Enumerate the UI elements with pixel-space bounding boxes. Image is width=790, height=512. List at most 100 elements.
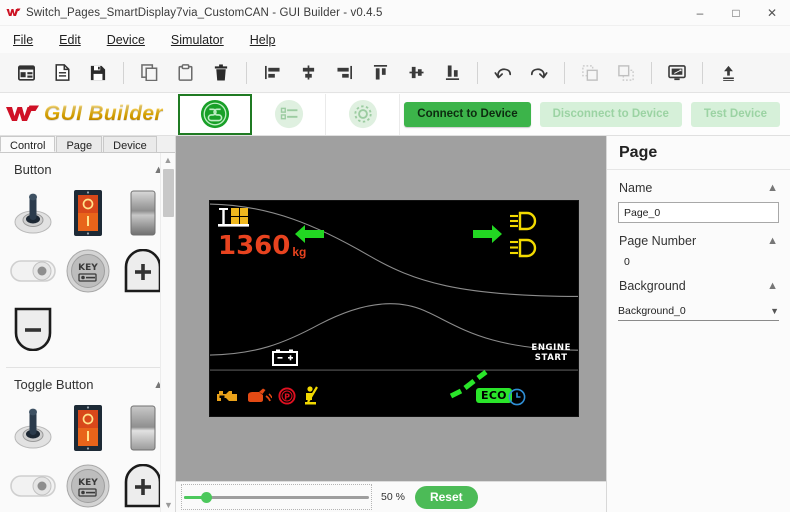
zoom-reset-button[interactable]: Reset: [414, 485, 478, 509]
nav-design-icon[interactable]: [178, 93, 252, 135]
tab-control[interactable]: Control: [0, 136, 56, 152]
eco-badge: ECO: [476, 388, 512, 403]
paste-icon[interactable]: [167, 56, 203, 90]
copy-icon[interactable]: [131, 56, 167, 90]
new-page-icon[interactable]: [44, 56, 80, 90]
key-button-thumb[interactable]: KEY: [61, 458, 116, 512]
caret-down-icon[interactable]: ▼: [770, 306, 779, 316]
scroll-up-arrow-icon[interactable]: ▲: [161, 153, 175, 167]
tab-page[interactable]: Page: [56, 136, 103, 152]
toolbar-separator: [123, 61, 124, 84]
control-sections: Button ▲ KEY Toggle Button ▲ KEY: [0, 153, 175, 512]
align-bottom-icon[interactable]: [434, 56, 470, 90]
gui-builder-window: Switch_Pages_SmartDisplay7via_CustomCAN …: [0, 0, 790, 512]
w-logo-icon: [6, 103, 40, 125]
maximize-button[interactable]: □: [718, 0, 754, 26]
oil-pressure-icon: [246, 388, 273, 407]
send-to-back-icon[interactable]: [608, 56, 644, 90]
menu-device[interactable]: Device: [94, 29, 158, 51]
menu-file[interactable]: File: [0, 29, 46, 51]
pill-toggle-thumb[interactable]: [6, 458, 61, 512]
svg-text:P: P: [284, 392, 290, 401]
delete-icon[interactable]: [203, 56, 239, 90]
rocker-switch-thumb[interactable]: [61, 400, 116, 456]
menu-device-label: Device: [106, 32, 145, 47]
page-name-input[interactable]: Page_0: [618, 202, 779, 223]
nav-settings-icon[interactable]: [326, 93, 400, 135]
property-header-page-number[interactable]: Page Number ▲: [607, 223, 790, 252]
seatbelt-icon: [302, 386, 320, 408]
zoom-bar: 50 % Reset: [176, 481, 606, 512]
engine-start-label: ENGINE START: [531, 343, 571, 363]
control-grid-button: KEY: [0, 183, 175, 363]
new-project-icon[interactable]: [8, 56, 44, 90]
chevron-up-icon[interactable]: ▲: [767, 280, 778, 292]
property-header-background[interactable]: Background ▲: [607, 268, 790, 297]
close-button[interactable]: ✕: [754, 0, 790, 26]
chevron-up-icon[interactable]: ▲: [767, 182, 778, 194]
toolbar-separator: [702, 61, 703, 84]
align-left-icon[interactable]: [254, 56, 290, 90]
menu-help[interactable]: Help: [237, 29, 289, 51]
toggle-switch-lever-thumb[interactable]: [6, 185, 61, 241]
connect-to-device-button[interactable]: Connect to Device: [404, 101, 531, 127]
slider-thumb[interactable]: [200, 491, 212, 503]
section-header-toggle-button[interactable]: Toggle Button ▲: [0, 368, 175, 398]
menu-edit[interactable]: Edit: [46, 29, 94, 51]
zoom-slider[interactable]: [181, 484, 372, 510]
brand-title: GUI Builder: [44, 102, 163, 125]
align-right-icon[interactable]: [326, 56, 362, 90]
property-label-page-number: Page Number: [619, 234, 697, 248]
rocker-switch-thumb[interactable]: [61, 185, 116, 241]
bring-to-front-icon[interactable]: [572, 56, 608, 90]
chevron-up-icon[interactable]: ▲: [767, 235, 778, 247]
tab-device[interactable]: Device: [103, 136, 157, 152]
section-header-button[interactable]: Button ▲: [0, 153, 175, 183]
control-panel-scrollbar[interactable]: ▲ ▼: [160, 153, 175, 512]
menu-simulator[interactable]: Simulator: [158, 29, 237, 51]
menu-edit-label: Edit: [59, 32, 81, 47]
preview-display-icon[interactable]: [659, 56, 695, 90]
nav-buttons: [178, 93, 400, 136]
property-label-background: Background: [619, 279, 686, 293]
battery-warning-icon: [272, 349, 298, 370]
control-grid-toggle-button: KEY: [0, 398, 175, 512]
parking-brake-icon: P: [278, 386, 296, 408]
pill-toggle-thumb[interactable]: [6, 243, 61, 299]
check-engine-icon: [216, 388, 240, 407]
upload-icon[interactable]: [710, 56, 746, 90]
minimize-button[interactable]: –: [682, 0, 718, 26]
menu-bar: File Edit Device Simulator Help: [0, 26, 790, 53]
minus-button-thumb[interactable]: [6, 301, 61, 357]
property-label-name: Name: [619, 181, 653, 195]
section-title-button: Button: [14, 162, 52, 177]
nav-list-icon[interactable]: [252, 93, 326, 135]
scroll-down-arrow-icon[interactable]: ▼: [161, 498, 175, 512]
clock-icon: [508, 388, 526, 409]
page-number-value: 0: [624, 256, 630, 268]
toolbar: [0, 53, 790, 93]
align-top-icon[interactable]: [362, 56, 398, 90]
undo-icon[interactable]: [485, 56, 521, 90]
key-button-thumb[interactable]: KEY: [61, 243, 116, 299]
pallet-load-icon: [218, 208, 250, 232]
toolbar-separator: [246, 61, 247, 84]
save-icon[interactable]: [80, 56, 116, 90]
align-center-horizontal-icon[interactable]: [290, 56, 326, 90]
background-select[interactable]: Background_0 ▼: [618, 301, 779, 321]
menu-file-label: File: [13, 32, 34, 47]
align-middle-icon[interactable]: [398, 56, 434, 90]
scrollbar-thumb[interactable]: [163, 169, 174, 217]
disconnect-to-device-button[interactable]: Disconnect to Device: [539, 101, 682, 127]
redo-icon[interactable]: [521, 56, 557, 90]
smart-display-preview[interactable]: 1360 kg ENGINE START ECO P: [209, 200, 579, 417]
property-header-name[interactable]: Name ▲: [607, 170, 790, 199]
engine-start-line2: START: [534, 353, 568, 363]
slider-track[interactable]: [184, 495, 369, 499]
design-canvas[interactable]: 1360 kg ENGINE START ECO P: [176, 136, 606, 481]
turn-signal-right-icon: [472, 223, 503, 248]
eco-gauge: ECO: [448, 369, 512, 403]
load-value: 1360: [218, 231, 291, 261]
toggle-switch-lever-thumb[interactable]: [6, 400, 61, 456]
test-device-button[interactable]: Test Device: [690, 101, 780, 127]
